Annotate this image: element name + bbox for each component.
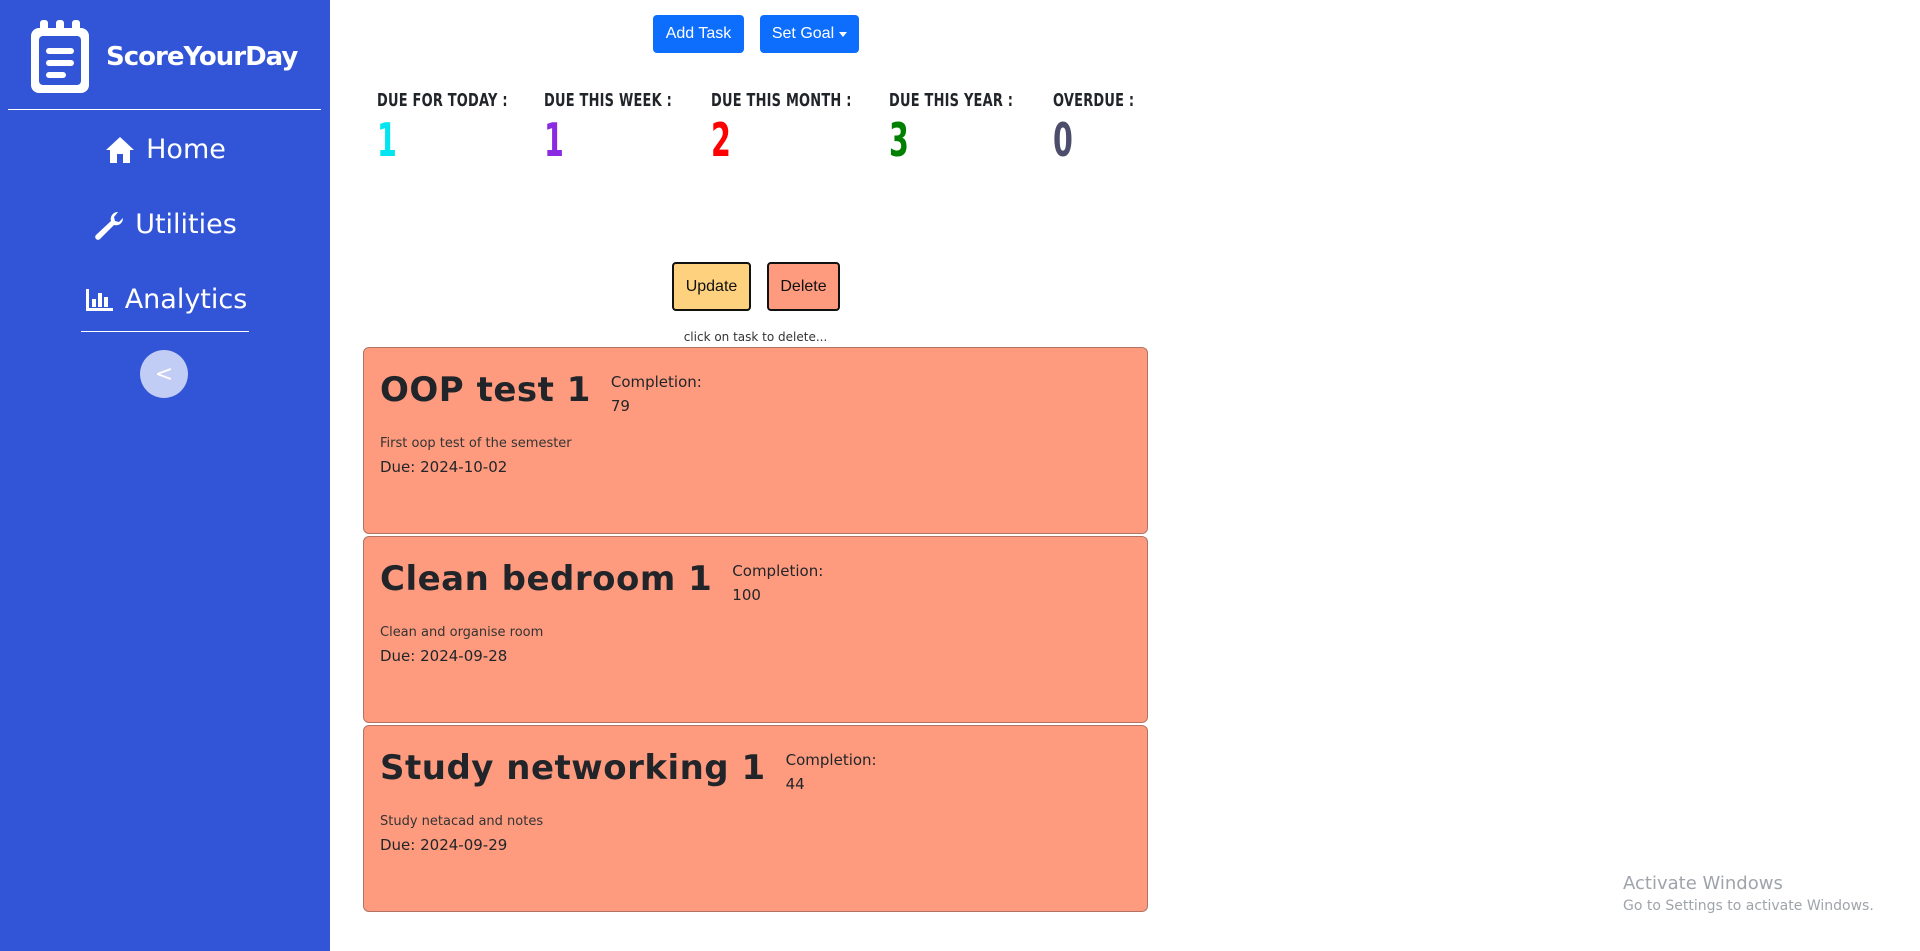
stat-label: DUE FOR TODAY : (377, 90, 508, 111)
completion-label: Completion: (785, 751, 877, 769)
activate-windows-watermark: Activate Windows Go to Settings to activ… (1623, 873, 1874, 914)
stat-label: OVERDUE : (1053, 90, 1135, 111)
stat-due-month: DUE THIS MONTH : 2 (711, 90, 906, 165)
sidebar-item-label: Utilities (135, 209, 237, 240)
stat-label: DUE THIS MONTH : (711, 90, 852, 111)
completion-value: 79 (610, 397, 630, 415)
sidebar-item-home[interactable]: Home (0, 134, 330, 165)
task-description: First oop test of the semester (380, 436, 572, 451)
sidebar-item-label: Home (146, 134, 226, 165)
task-description: Study netacad and notes (380, 814, 544, 829)
task-completion: Completion: 44 (786, 748, 877, 796)
collapse-sidebar-button[interactable]: < (140, 350, 188, 398)
bar-chart-icon (85, 288, 113, 311)
brand-name: ScoreYourDay (106, 42, 298, 72)
task-due-date: Due: 2024-09-28 (380, 647, 508, 665)
stat-due-today: DUE FOR TODAY : 1 (377, 90, 559, 165)
task-title: OOP test 1 (380, 370, 591, 410)
stat-value: 0 (1053, 113, 1073, 167)
sidebar-item-label: Analytics (124, 284, 248, 315)
active-indicator (81, 331, 249, 332)
task-card[interactable]: OOP test 1 Completion: 79 First oop test… (363, 347, 1148, 534)
stat-value: 2 (711, 113, 731, 167)
task-due-date: Due: 2024-09-29 (380, 836, 508, 854)
task-due-date: Due: 2024-10-02 (380, 458, 508, 476)
task-completion: Completion: 100 (732, 559, 823, 607)
stat-overdue: OVERDUE : 0 (1053, 90, 1166, 165)
home-icon (106, 136, 135, 163)
brand[interactable]: ScoreYourDay (28, 18, 298, 96)
wrench-icon (95, 211, 124, 240)
stat-label: DUE THIS WEEK : (544, 90, 672, 111)
stat-value: 1 (544, 113, 564, 167)
task-header: OOP test 1 Completion: 79 (380, 370, 702, 418)
stat-due-week: DUE THIS WEEK : 1 (544, 90, 722, 165)
sidebar-item-utilities[interactable]: Utilities (0, 209, 330, 240)
completion-value: 100 (732, 586, 761, 604)
stat-due-year: DUE THIS YEAR : 3 (889, 90, 1061, 165)
task-header: Study networking 1 Completion: 44 (380, 748, 877, 796)
task-header: Clean bedroom 1 Completion: 100 (380, 559, 823, 607)
sidebar-item-analytics[interactable]: Analytics (0, 284, 330, 315)
caret-down-icon (839, 31, 848, 37)
set-goal-dropdown[interactable]: Set Goal (760, 15, 859, 53)
stat-label: DUE THIS YEAR : (889, 90, 1014, 111)
sidebar: ScoreYourDay Home Utilities Analytics < (0, 0, 330, 951)
completion-label: Completion: (732, 562, 824, 580)
update-button[interactable]: Update (672, 262, 751, 311)
task-completion: Completion: 79 (611, 370, 702, 418)
brand-divider (8, 109, 321, 110)
stat-value: 3 (889, 113, 909, 167)
completion-label: Completion: (610, 373, 702, 391)
set-goal-label: Set Goal (771, 25, 835, 42)
stat-value: 1 (377, 113, 397, 167)
completion-value: 44 (785, 775, 805, 793)
watermark-subtitle: Go to Settings to activate Windows. (1623, 898, 1874, 914)
task-title: Study networking 1 (380, 748, 766, 788)
task-card[interactable]: Clean bedroom 1 Completion: 100 Clean an… (363, 536, 1148, 723)
task-description: Clean and organise room (380, 625, 544, 640)
task-title: Clean bedroom 1 (380, 559, 713, 599)
task-card[interactable]: Study networking 1 Completion: 44 Study … (363, 725, 1148, 912)
watermark-title: Activate Windows (1623, 873, 1783, 894)
delete-hint: click on task to delete... (683, 330, 828, 344)
notepad-logo-icon (31, 20, 89, 93)
add-task-button[interactable]: Add Task (653, 15, 744, 53)
delete-button[interactable]: Delete (767, 262, 840, 311)
